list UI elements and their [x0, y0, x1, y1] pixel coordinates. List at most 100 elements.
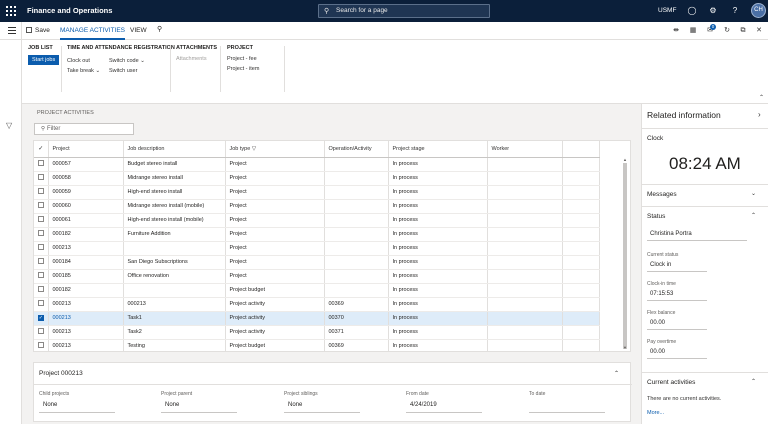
cell-project[interactable]: 000061: [48, 213, 124, 228]
vertical-scrollbar[interactable]: ▲ ▼: [622, 157, 628, 351]
cell-operation-activity[interactable]: 00371: [324, 325, 389, 340]
cell-project-stage[interactable]: In process: [388, 213, 488, 228]
cell-project-stage[interactable]: In process: [388, 185, 488, 200]
cell-job-type[interactable]: Project: [225, 227, 325, 242]
table-row[interactable]: 000182 Project budget In process: [34, 283, 600, 298]
avatar[interactable]: CH: [751, 3, 766, 18]
table-row[interactable]: 000184 San Diego Subscriptions Project In p…: [34, 255, 600, 270]
cell-worker[interactable]: [487, 213, 563, 228]
cell-project[interactable]: 000213: [48, 241, 124, 256]
table-row[interactable]: 000058 Midrange stereo install Project In p…: [34, 171, 600, 186]
section-title[interactable]: Current activities: [647, 379, 695, 386]
cell-job-type[interactable]: Project activity: [225, 325, 325, 340]
details-title[interactable]: Project 000213: [39, 370, 83, 377]
cell-operation-activity[interactable]: [324, 213, 389, 228]
collapse-pane-icon[interactable]: ›: [758, 110, 761, 119]
cell-job-type[interactable]: Project: [225, 269, 325, 284]
cell-job-description[interactable]: High-end stereo install: [123, 185, 226, 200]
app-title[interactable]: Finance and Operations: [27, 6, 112, 15]
cell-operation-activity[interactable]: [324, 255, 389, 270]
cell-worker[interactable]: [487, 325, 563, 340]
row-checkbox-cell[interactable]: [34, 199, 49, 214]
cell-job-type[interactable]: Project activity: [225, 297, 325, 312]
filter-icon[interactable]: ▽: [6, 121, 12, 130]
cell-project-stage[interactable]: In process: [388, 241, 488, 256]
cell-operation-activity[interactable]: 00369: [324, 297, 389, 312]
row-checkbox[interactable]: [37, 244, 44, 250]
cell-job-description[interactable]: [123, 241, 226, 256]
table-row[interactable]: ✓ 000213 Task1 Project activity 00370 In proc…: [34, 311, 600, 326]
cell-job-type[interactable]: Project activity: [225, 311, 325, 326]
cell-worker[interactable]: [487, 311, 563, 326]
cell-project-stage[interactable]: In process: [388, 171, 488, 186]
cell-operation-activity[interactable]: 00369: [324, 339, 389, 351]
cell-job-type[interactable]: Project: [225, 199, 325, 214]
messages-section[interactable]: Messages ⌄: [642, 184, 768, 206]
cell-operation-activity[interactable]: [324, 185, 389, 200]
cell-project-stage[interactable]: In process: [388, 283, 488, 298]
row-checkbox[interactable]: [37, 258, 44, 264]
cell-job-type[interactable]: Project: [225, 255, 325, 270]
cell-worker[interactable]: [487, 241, 563, 256]
cell-project[interactable]: 000213: [48, 339, 124, 351]
cell-project[interactable]: 000213: [48, 297, 124, 312]
cell-job-type[interactable]: Project: [225, 213, 325, 228]
cell-project[interactable]: 000213: [48, 311, 124, 326]
cell-job-description[interactable]: Budget stereo install: [123, 157, 226, 172]
field-value[interactable]: [529, 402, 605, 413]
row-checkbox-cell[interactable]: ✓: [34, 311, 49, 326]
row-checkbox[interactable]: [37, 272, 44, 278]
row-checkbox[interactable]: [37, 328, 44, 334]
row-checkbox-cell[interactable]: [34, 241, 49, 256]
row-checkbox[interactable]: [37, 300, 44, 306]
popout-icon[interactable]: ⧉: [738, 26, 748, 36]
search-options-icon[interactable]: ⚲: [157, 25, 162, 33]
close-icon[interactable]: ✕: [754, 26, 764, 36]
field-value[interactable]: None: [284, 402, 360, 413]
cell-job-description[interactable]: [123, 283, 226, 298]
cell-worker[interactable]: [487, 199, 563, 214]
collapse-details-icon[interactable]: ⌃: [614, 370, 619, 377]
row-checkbox[interactable]: [37, 286, 44, 292]
scroll-down-icon[interactable]: ▼: [622, 345, 628, 350]
link-icon[interactable]: ⇼: [671, 26, 681, 36]
cell-worker[interactable]: [487, 255, 563, 270]
cell-project-stage[interactable]: In process: [388, 325, 488, 340]
field-value[interactable]: None: [161, 402, 237, 413]
cell-job-description[interactable]: Task1: [123, 311, 226, 326]
search-input[interactable]: ⚲ Search for a page: [318, 4, 490, 18]
cell-operation-activity[interactable]: [324, 269, 389, 284]
cell-job-description[interactable]: Midrange stereo install: [123, 171, 226, 186]
row-checkbox-cell[interactable]: [34, 283, 49, 298]
chevron-down-icon[interactable]: ⌄: [751, 190, 756, 197]
cell-job-description[interactable]: High-end stereo install (mobile): [123, 213, 226, 228]
cell-project[interactable]: 000182: [48, 283, 124, 298]
row-checkbox[interactable]: [37, 188, 44, 194]
column-header-job-type[interactable]: Job type ▽: [225, 141, 325, 158]
table-row[interactable]: 000061 High-end stereo install (mobile) Pr…: [34, 213, 600, 228]
cell-worker[interactable]: [487, 185, 563, 200]
cell-project-stage[interactable]: In process: [388, 339, 488, 351]
help-icon[interactable]: ?: [729, 5, 741, 17]
cell-operation-activity[interactable]: 00370: [324, 311, 389, 326]
office-icon[interactable]: ▦: [688, 26, 698, 36]
cell-operation-activity[interactable]: [324, 241, 389, 256]
take-break-button[interactable]: Take break ⌄: [67, 68, 100, 74]
collapse-ribbon-icon[interactable]: ⌃: [759, 94, 764, 101]
cell-project[interactable]: 000182: [48, 227, 124, 242]
cell-project[interactable]: 000057: [48, 157, 124, 172]
cell-job-type[interactable]: Project: [225, 157, 325, 172]
row-checkbox[interactable]: [37, 342, 44, 348]
cell-project-stage[interactable]: In process: [388, 311, 488, 326]
worker-name[interactable]: Christina Portra: [647, 229, 747, 241]
column-header-worker[interactable]: Worker: [487, 141, 563, 158]
project-item-button[interactable]: Project - item: [227, 66, 259, 72]
select-all-checkbox[interactable]: ✓: [34, 141, 49, 158]
chevron-up-icon[interactable]: ⌃: [751, 378, 756, 385]
tab-view[interactable]: VIEW: [130, 27, 147, 34]
save-button[interactable]: Save: [26, 27, 50, 34]
section-title[interactable]: Clock: [647, 135, 663, 142]
table-row[interactable]: 000185 Office renovation Project In process: [34, 269, 600, 284]
cell-worker[interactable]: [487, 171, 563, 186]
table-row[interactable]: 000213 Task2 Project activity 00371 In proce…: [34, 325, 600, 340]
